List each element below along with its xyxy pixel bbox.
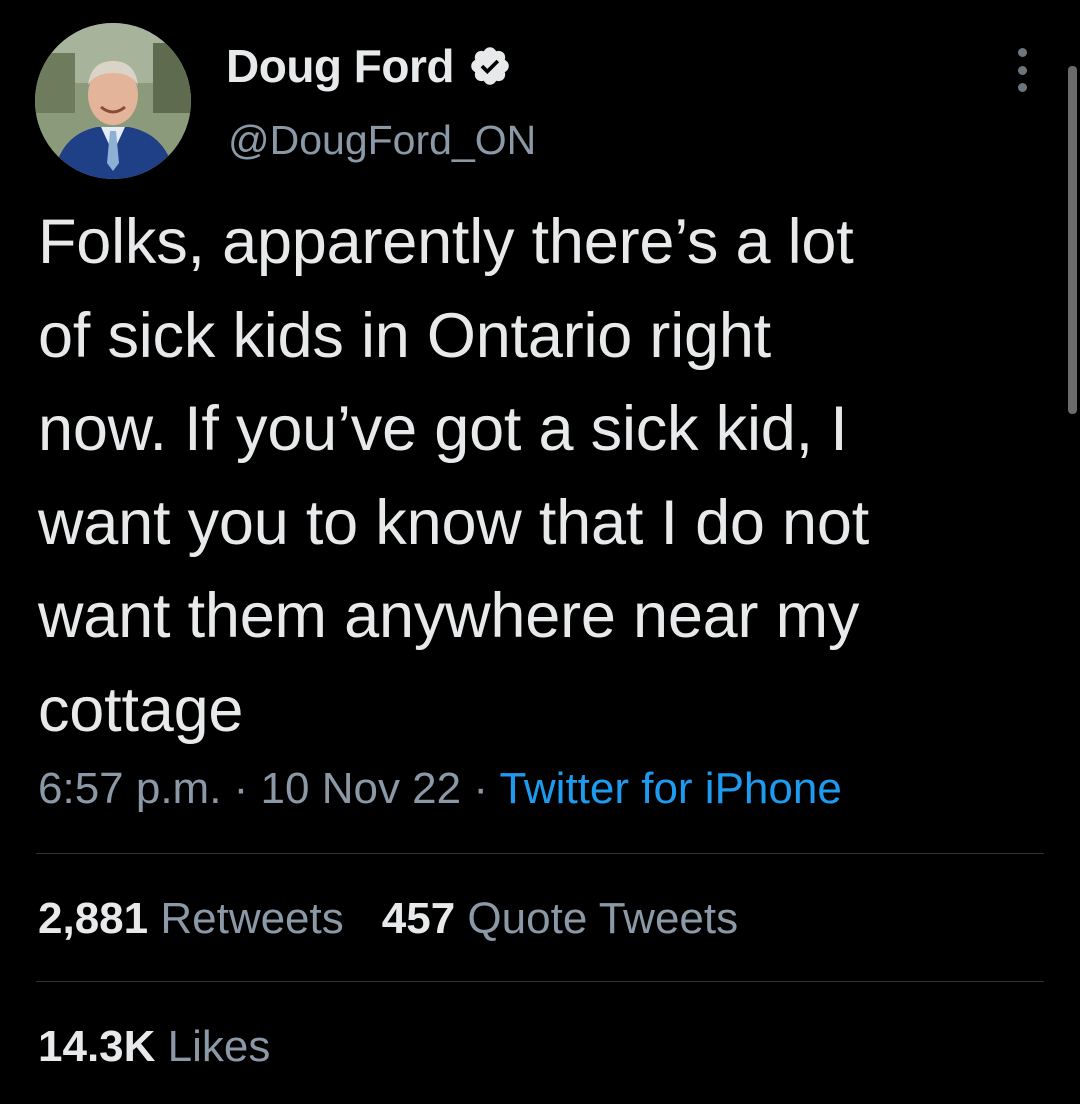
- author-name-row[interactable]: Doug Ford: [226, 38, 512, 94]
- scrollbar[interactable]: [1068, 66, 1077, 414]
- more-dot: [1017, 48, 1027, 57]
- meta-separator: ·: [221, 764, 261, 813]
- tweet-date[interactable]: 10 Nov 22: [261, 764, 462, 813]
- likes-count: 14.3K: [38, 1022, 156, 1071]
- profile-photo: [35, 23, 191, 179]
- meta-separator: ·: [461, 764, 500, 813]
- retweets-count: 2,881: [38, 894, 149, 943]
- retweets-label: Retweets: [160, 894, 344, 943]
- divider: [36, 853, 1044, 854]
- quote-tweets-count: 457: [381, 894, 456, 943]
- quote-tweets-label: Quote Tweets: [467, 894, 739, 943]
- tweet-meta: 6:57 p.m. · 10 Nov 22 · Twitter for iPho…: [38, 760, 842, 818]
- divider: [36, 981, 1044, 982]
- more-dot: [1017, 65, 1027, 75]
- tweet-source-link[interactable]: Twitter for iPhone: [499, 764, 841, 813]
- verified-badge-icon: [471, 47, 509, 85]
- author-display-name[interactable]: Doug Ford: [226, 38, 455, 94]
- tweet-time[interactable]: 6:57 p.m.: [38, 764, 221, 813]
- quote-tweets-stat[interactable]: 457 Quote Tweets: [382, 894, 738, 943]
- retweets-stat[interactable]: 2,881 Retweets: [38, 894, 344, 943]
- avatar[interactable]: [35, 23, 191, 179]
- more-dot: [1017, 83, 1027, 92]
- tweet-text: Folks, apparently there’s a lot of sick …: [38, 207, 870, 745]
- engagement-stats: 2,881 Retweets 457 Quote Tweets: [38, 890, 738, 948]
- more-options-icon[interactable]: [1002, 48, 1042, 92]
- likes-label: Likes: [167, 1022, 271, 1071]
- author-handle[interactable]: @DougFord_ON: [228, 114, 536, 166]
- likes-stat[interactable]: 14.3K Likes: [38, 1018, 270, 1076]
